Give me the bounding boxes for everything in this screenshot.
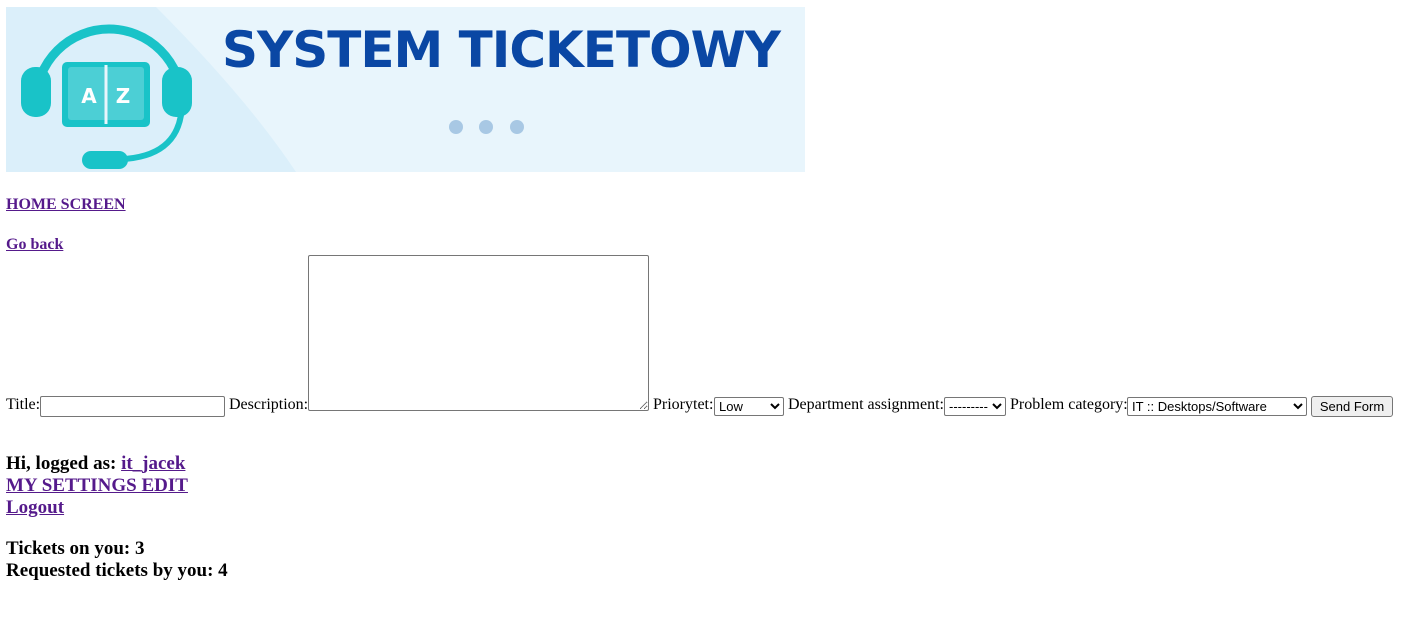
department-label: Department assignment: bbox=[788, 396, 944, 413]
banner-title: SYSTEM TICKETOWY bbox=[222, 21, 781, 79]
page: A Z SYSTEM TICKETOWY HOME SCREEN Go back… bbox=[0, 0, 1424, 619]
priority-select[interactable]: Low bbox=[714, 397, 784, 416]
requested-tickets-label: Requested tickets by you: bbox=[6, 560, 214, 581]
logout-link[interactable]: Logout bbox=[6, 497, 64, 518]
description-textarea[interactable] bbox=[308, 255, 649, 411]
book-letter-z: Z bbox=[116, 84, 131, 108]
user-info: Hi, logged as: it_jacek MY SETTINGS EDIT… bbox=[6, 453, 188, 519]
banner-image: A Z SYSTEM TICKETOWY bbox=[6, 7, 805, 172]
department-select[interactable]: --------- bbox=[944, 397, 1006, 416]
tickets-on-you-count: 3 bbox=[134, 538, 145, 559]
tickets-on-you-label: Tickets on you: bbox=[6, 538, 131, 559]
ticket-form: Title: Description: Priorytet: Low Depar… bbox=[6, 255, 1416, 417]
go-back-link[interactable]: Go back bbox=[6, 236, 63, 254]
category-label: Problem category: bbox=[1010, 396, 1128, 413]
title-input[interactable] bbox=[40, 396, 225, 417]
my-settings-link[interactable]: MY SETTINGS EDIT bbox=[6, 475, 188, 496]
username-link[interactable]: it_jacek bbox=[121, 453, 185, 474]
ticket-stats: Tickets on you: 3 Requested tickets by y… bbox=[6, 538, 228, 582]
send-form-button[interactable]: Send Form bbox=[1311, 396, 1393, 417]
home-screen-link[interactable]: HOME SCREEN bbox=[6, 196, 126, 214]
requested-tickets-count: 4 bbox=[218, 560, 228, 581]
title-label: Title: bbox=[6, 396, 41, 413]
book-letter-a: A bbox=[81, 84, 97, 108]
greeting-text: Hi, logged as: bbox=[6, 453, 117, 474]
description-label: Description: bbox=[229, 396, 309, 413]
priority-label: Priorytet: bbox=[653, 396, 714, 413]
category-select[interactable]: IT :: Desktops/Software bbox=[1127, 397, 1307, 416]
